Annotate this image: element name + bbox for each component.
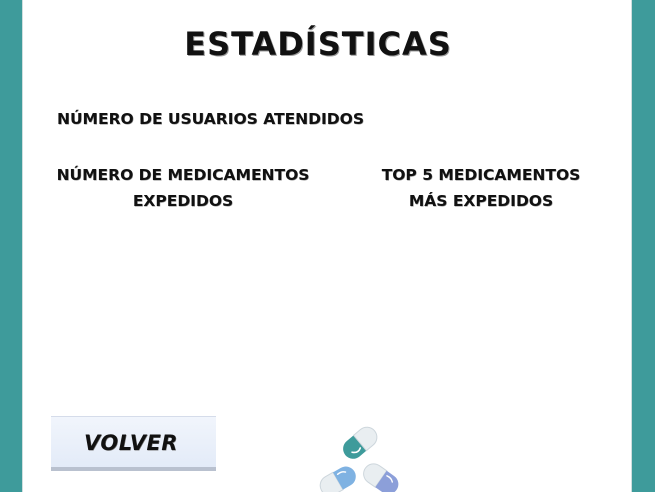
back-button-label: VOLVER — [84, 431, 178, 455]
medications-dispensed-label-line2: EXPEDIDOS — [132, 192, 234, 210]
top5-medications-label: TOP 5 MEDICAMENTOS MÁS EXPEDIDOS — [366, 162, 596, 214]
capsule-teal — [343, 426, 378, 459]
medications-dispensed-label-line1: NÚMERO DE MEDICAMENTOS — [56, 166, 310, 184]
medications-dispensed-label: NÚMERO DE MEDICAMENTOS EXPEDIDOS — [50, 162, 316, 214]
page-title: ESTADÍSTICAS — [184, 25, 452, 63]
capsule-blue — [319, 466, 356, 492]
users-attended-label: NÚMERO DE USUARIOS ATENDIDOS — [57, 110, 364, 128]
top5-medications-label-line1: TOP 5 MEDICAMENTOS — [381, 166, 581, 184]
back-button[interactable]: VOLVER — [51, 416, 216, 471]
pills-icon — [319, 426, 399, 492]
capsule-periwinkle — [363, 463, 399, 492]
top5-medications-label-line2: MÁS EXPEDIDOS — [408, 192, 554, 210]
